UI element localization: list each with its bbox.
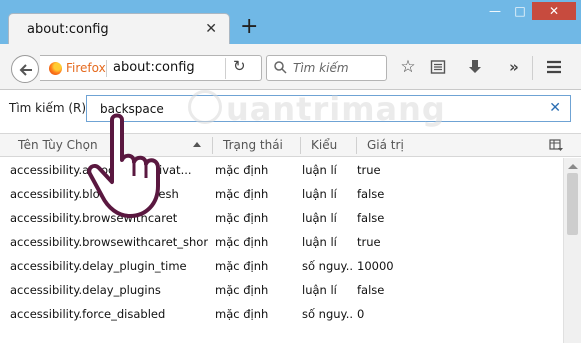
tab-about-config[interactable]: about:config ✕ [8, 13, 230, 46]
nav-toolbar: Firefox about:config ↻ ☆ » [0, 44, 581, 90]
pref-type: luận lí [302, 211, 337, 225]
pref-status: mặc định [215, 187, 269, 201]
pref-type: luận lí [302, 235, 337, 249]
pref-value: 10000 [357, 259, 394, 273]
list-icon [430, 60, 446, 74]
tab-title: about:config [27, 22, 109, 37]
pref-type: luận lí [302, 187, 337, 201]
watermark-logo: uantrimang [186, 86, 445, 146]
scroll-up-icon[interactable] [568, 164, 578, 169]
back-button[interactable] [11, 55, 39, 83]
pref-type: số nguy... [302, 259, 354, 273]
overflow-chevron-icon[interactable]: » [502, 55, 526, 79]
bookmarks-list-icon[interactable] [426, 55, 450, 79]
pref-status: mặc định [215, 259, 269, 273]
menu-lines-icon [547, 60, 561, 74]
pref-value: true [357, 235, 381, 249]
pref-type: luận lí [302, 283, 337, 297]
pref-status: mặc định [215, 307, 269, 321]
pref-status: mặc định [215, 211, 269, 225]
pref-status: mặc định [215, 235, 269, 249]
watermark-text: uantrimang [226, 90, 446, 128]
plus-icon[interactable]: + [240, 16, 258, 38]
close-icon[interactable]: ✕ [205, 21, 217, 37]
search-icon [274, 61, 287, 74]
pref-name: accessibility.delay_plugin_time [10, 259, 187, 273]
toolbar-separator [532, 56, 533, 80]
table-row[interactable]: accessibility.browsewithcaret_short... m… [0, 230, 563, 254]
search-bar[interactable] [266, 55, 387, 81]
pref-type: luận lí [302, 163, 337, 177]
scrollbar-thumb[interactable] [567, 173, 578, 235]
download-icon[interactable] [463, 55, 487, 79]
firefox-logo-icon [49, 62, 62, 75]
bookmark-star-icon[interactable]: ☆ [396, 55, 420, 79]
title-bar: about:config ✕ + — □ ✕ [0, 0, 581, 46]
maximize-icon[interactable]: □ [509, 2, 531, 20]
filter-label: Tìm kiếm (R): [9, 101, 91, 115]
search-input[interactable] [291, 59, 383, 77]
reload-separator [225, 58, 226, 79]
pref-value: true [357, 163, 381, 177]
table-row[interactable]: accessibility.delay_plugin_time mặc định… [0, 254, 563, 278]
pref-type: số nguy... [302, 307, 354, 321]
url-text[interactable]: about:config [113, 60, 195, 75]
column-picker-icon[interactable] [549, 138, 563, 152]
clear-icon[interactable]: ✕ [549, 100, 561, 116]
url-bar[interactable]: Firefox about:config ↻ [40, 55, 262, 81]
pref-status: mặc định [215, 163, 269, 177]
hamburger-menu-icon[interactable] [542, 55, 566, 79]
arrow-left-icon [19, 64, 32, 76]
identity-label[interactable]: Firefox [66, 61, 106, 75]
minimize-icon[interactable]: — [484, 2, 506, 20]
url-separator [106, 60, 107, 77]
pref-name: accessibility.force_disabled [10, 307, 166, 321]
table-row[interactable]: accessibility.delay_plugins mặc định luậ… [0, 278, 563, 302]
pref-value: false [357, 283, 385, 297]
pref-value: false [357, 187, 385, 201]
pref-value: 0 [357, 307, 365, 321]
pref-name: accessibility.browsewithcaret_short... [10, 235, 208, 249]
pref-value: false [357, 211, 385, 225]
arrow-down-icon [469, 60, 481, 73]
lightbulb-icon [188, 90, 222, 124]
pref-status: mặc định [215, 283, 269, 297]
pointing-hand-icon [87, 113, 160, 218]
vertical-scrollbar[interactable] [563, 158, 581, 343]
reload-icon[interactable]: ↻ [233, 57, 246, 75]
pref-name: accessibility.delay_plugins [10, 283, 161, 297]
table-row[interactable]: accessibility.force_disabled mặc định số… [0, 302, 563, 326]
window-close-icon[interactable]: ✕ [532, 2, 576, 20]
